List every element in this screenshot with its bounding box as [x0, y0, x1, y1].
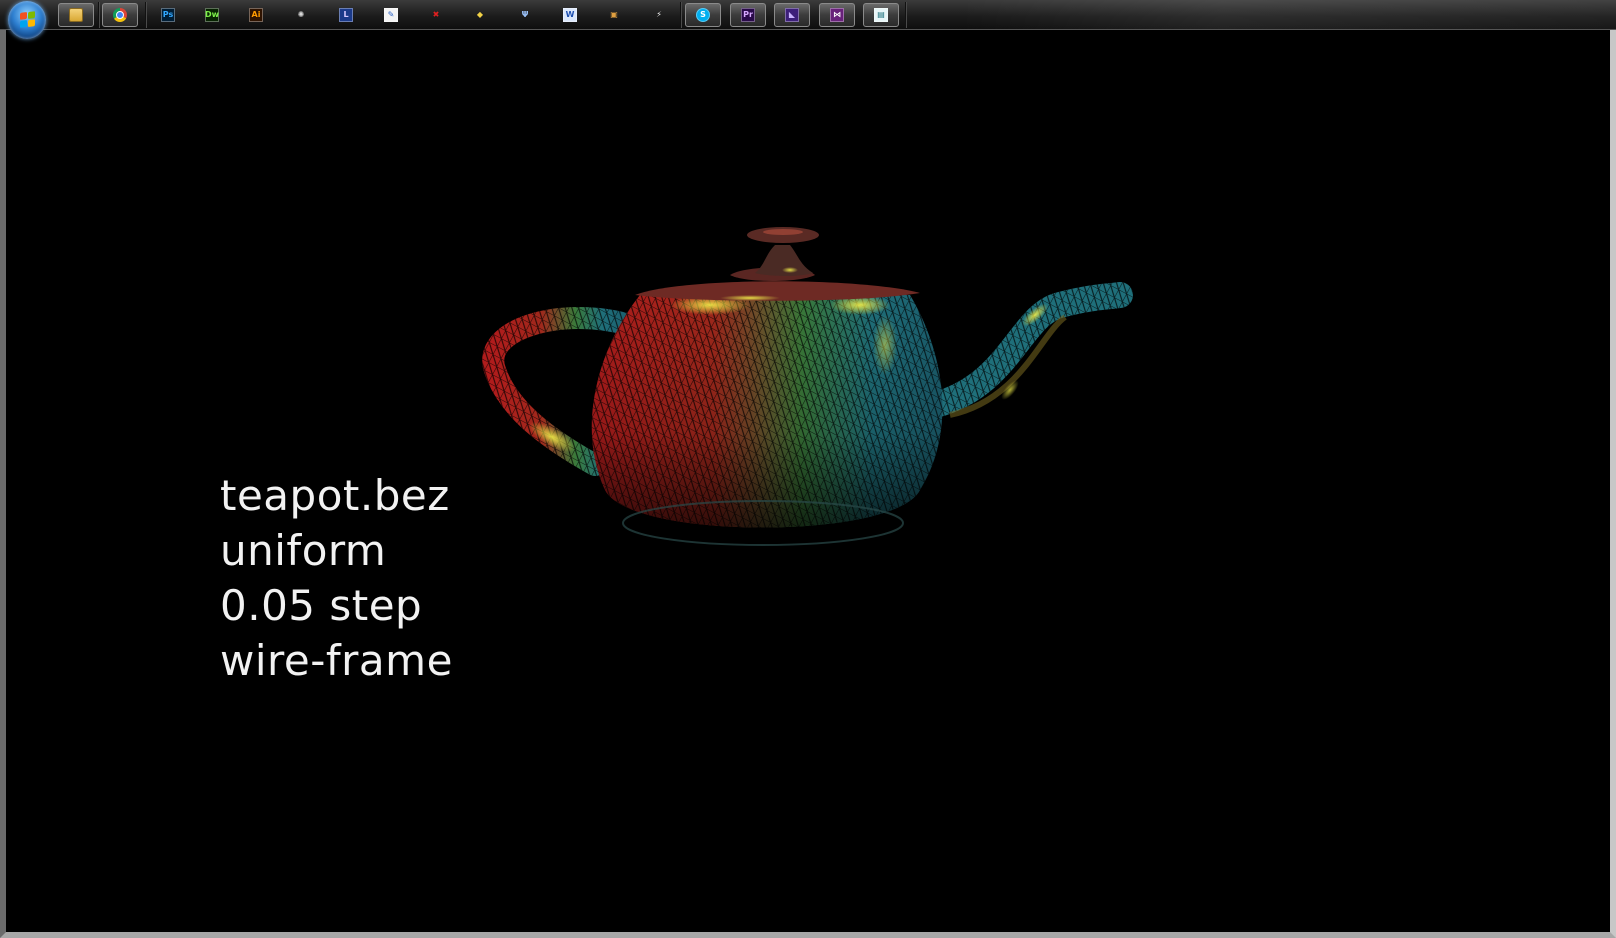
visual-studio-icon: ⋈: [830, 8, 844, 22]
photoshop-icon: Ps: [161, 8, 175, 22]
taskbar-separator: [680, 2, 681, 28]
premiere-icon: Pr: [741, 8, 755, 22]
taskbar-lightroom[interactable]: L: [328, 3, 364, 27]
word-icon: W: [563, 8, 577, 22]
taskbar-network-tool[interactable]: Ψ: [507, 3, 543, 27]
paint-icon: ✎: [384, 8, 398, 22]
slideshow-icon: ▣: [610, 10, 618, 19]
gear-icon: ✺: [297, 10, 305, 19]
chrome-icon: [113, 8, 127, 22]
taskbar: Ps Dw Ai ✺ L ✎ ✖ ◆ Ψ W ▣ ⚡ S Pr ◣ ⋈ ▤: [0, 0, 1616, 39]
taskbar-illustrator[interactable]: Ai: [238, 3, 274, 27]
model-filename: teapot.bez: [220, 471, 450, 520]
lightroom-icon: L: [339, 8, 353, 22]
illustrator-icon: Ai: [249, 8, 263, 22]
taskbar-windows-explorer[interactable]: [58, 3, 94, 27]
taskbar-paint[interactable]: ✎: [373, 3, 409, 27]
taskbar-visual-studio-alt[interactable]: ◣: [774, 3, 810, 27]
taskbar-glow: [960, 0, 1616, 29]
taskbar-opengl-window[interactable]: ▤: [863, 3, 899, 27]
taskbar-word[interactable]: W: [552, 3, 588, 27]
teapot-lid: [635, 227, 920, 301]
taskbar-dreamweaver[interactable]: Dw: [194, 3, 230, 27]
taskbar-separator: [98, 2, 99, 28]
teapot-spout: [922, 282, 1133, 418]
taskbar-connect-tool[interactable]: ⚡: [641, 3, 677, 27]
taskbar-google-chrome[interactable]: [102, 3, 138, 27]
taskbar-photo-viewer[interactable]: ◆: [462, 3, 498, 27]
render-mode: wire-frame: [220, 636, 453, 685]
visual-studio-icon: ◣: [785, 8, 799, 22]
tessellation-mode: uniform: [220, 526, 387, 575]
taskbar-red-tool[interactable]: ✖: [418, 3, 454, 27]
plug-icon: ⚡: [656, 10, 662, 19]
skype-icon: S: [696, 8, 710, 22]
gallery-icon: ◆: [476, 10, 484, 19]
teapot-model: [482, 227, 1133, 546]
taskbar-visual-studio[interactable]: ⋈: [819, 3, 855, 27]
start-button[interactable]: [8, 1, 46, 39]
step-size: 0.05 step: [220, 581, 423, 630]
render-info-text: teapot.bez uniform 0.05 step wire-frame: [220, 468, 453, 688]
taskbar-media-tool[interactable]: ▣: [596, 3, 632, 27]
taskbar-premiere[interactable]: Pr: [730, 3, 766, 27]
taskbar-skype[interactable]: S: [685, 3, 721, 27]
folder-icon: [69, 8, 83, 22]
dreamweaver-icon: Dw: [205, 8, 219, 22]
tools-icon: ✖: [432, 10, 440, 19]
taskbar-separator: [905, 2, 906, 28]
teapot-body: [591, 295, 943, 546]
taskbar-photoshop[interactable]: Ps: [150, 3, 186, 27]
network-icon: Ψ: [521, 10, 529, 19]
taskbar-separator: [145, 2, 146, 28]
windows-flag-icon: [20, 11, 35, 28]
taskbar-settings-tool[interactable]: ✺: [283, 3, 319, 27]
app-window-icon: ▤: [874, 8, 888, 22]
